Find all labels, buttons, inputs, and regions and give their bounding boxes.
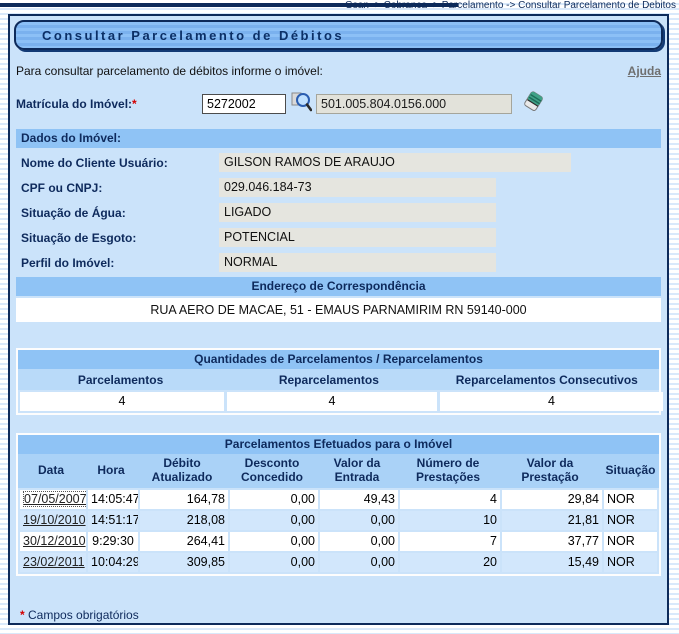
date-link[interactable]: 23/02/2011: [23, 555, 85, 569]
consultar-parcelamento-panel: Consultar Parcelamento de Débitos Para c…: [8, 14, 669, 625]
cell-situacao: NOR: [604, 490, 657, 509]
cell-valor-prestacao: 29,84: [502, 490, 602, 509]
magnifier-icon: [291, 91, 312, 116]
clear-button[interactable]: [522, 90, 544, 117]
dado-row-esgoto: Situação de Esgoto: POTENCIAL: [16, 227, 661, 248]
page-title-label: Consultar Parcelamento de Débitos: [42, 28, 344, 43]
quantidades-header: Quantidades de Parcelamentos / Reparcela…: [18, 350, 659, 369]
matricula-label: Matrícula do Imóvel:*: [16, 97, 202, 111]
dados-imovel-section: Dados do Imóvel: Nome do Cliente Usuário…: [16, 129, 661, 322]
situacao-esgoto-value: POTENCIAL: [219, 228, 496, 247]
col-reparcelamentos: Reparcelamentos: [223, 369, 435, 390]
cell-debito: 309,85: [140, 553, 228, 572]
cell-debito: 218,08: [140, 511, 228, 530]
parcelamentos-count: 4: [20, 392, 224, 411]
cell-data: 30/12/2010: [20, 532, 86, 551]
nome-cliente-label: Nome do Cliente Usuário:: [21, 156, 219, 170]
col-debito-atualizado: Débito Atualizado: [138, 454, 226, 488]
parcelamentos-header: Parcelamentos Efetuados para o Imóvel: [18, 435, 659, 454]
date-link[interactable]: 19/10/2010: [23, 513, 86, 527]
cell-num-prestacoes: 10: [400, 511, 500, 530]
col-reparcelamentos-consecutivos: Reparcelamentos Consecutivos: [435, 369, 659, 390]
col-data: Data: [18, 454, 84, 488]
cell-hora: 14:05:47: [88, 490, 138, 509]
parcelamentos-rows: 07/05/2007 14:05:47 164,78 0,00 49,43 4 …: [18, 488, 659, 574]
required-asterisk: *: [132, 97, 137, 111]
situacao-esgoto-label: Situação de Esgoto:: [21, 231, 219, 245]
cell-entrada: 0,00: [320, 553, 398, 572]
date-link[interactable]: 07/05/2007: [23, 491, 86, 507]
parcelamentos-table: Parcelamentos Efetuados para o Imóvel Da…: [16, 433, 661, 576]
parcelamentos-column-headers: Data Hora Débito Atualizado Desconto Con…: [18, 454, 659, 488]
cell-desconto: 0,00: [230, 490, 318, 509]
cell-debito: 164,78: [140, 490, 228, 509]
cell-desconto: 0,00: [230, 532, 318, 551]
reparcelamentos-count: 4: [227, 392, 437, 411]
date-link[interactable]: 30/12/2010: [23, 534, 86, 548]
required-fields-note: * Campos obrigatórios: [20, 608, 661, 622]
inscricao-field: 501.005.804.0156.000: [316, 94, 512, 114]
cell-data: 23/02/2011: [20, 553, 86, 572]
perfil-imovel-label: Perfil do Imóvel:: [21, 256, 219, 270]
table-row: 19/10/2010 14:51:17 218,08 0,00 0,00 10 …: [20, 511, 657, 530]
col-parcelamentos: Parcelamentos: [18, 369, 223, 390]
page-title: Consultar Parcelamento de Débitos: [14, 20, 663, 50]
cell-situacao: NOR: [604, 532, 657, 551]
nome-cliente-value: GILSON RAMOS DE ARAUJO: [219, 153, 571, 172]
dado-row-perfil: Perfil do Imóvel: NORMAL: [16, 252, 661, 273]
quantidades-values: 4 4 4: [18, 390, 659, 413]
cell-num-prestacoes: 7: [400, 532, 500, 551]
cpf-cnpj-value: 029.046.184-73: [219, 178, 496, 197]
quantidades-column-headers: Parcelamentos Reparcelamentos Reparcelam…: [18, 369, 659, 390]
cell-hora: 10:04:29: [88, 553, 138, 572]
search-button[interactable]: [291, 91, 312, 116]
cell-data: 19/10/2010: [20, 511, 86, 530]
required-asterisk: *: [20, 608, 25, 622]
dado-row-agua: Situação de Água: LIGADO: [16, 202, 661, 223]
eraser-icon: [522, 90, 544, 117]
cpf-cnpj-label: CPF ou CNPJ:: [21, 181, 219, 195]
cell-hora: 9:29:30: [88, 532, 138, 551]
cell-valor-prestacao: 21,81: [502, 511, 602, 530]
cell-entrada: 49,43: [320, 490, 398, 509]
cell-valor-prestacao: 15,49: [502, 553, 602, 572]
table-row: 30/12/2010 9:29:30 264,41 0,00 0,00 7 37…: [20, 532, 657, 551]
cell-valor-prestacao: 37,77: [502, 532, 602, 551]
perfil-imovel-value: NORMAL: [219, 253, 496, 272]
table-row: 07/05/2007 14:05:47 164,78 0,00 49,43 4 …: [20, 490, 657, 509]
intro-text: Para consultar parcelamento de débitos i…: [16, 64, 323, 78]
matricula-input[interactable]: [202, 94, 286, 114]
cell-desconto: 0,00: [230, 553, 318, 572]
col-valor-prestacao: Valor da Prestação: [500, 454, 600, 488]
quantidades-table: Quantidades de Parcelamentos / Reparcela…: [16, 348, 661, 415]
reparcelamentos-consecutivos-count: 4: [440, 392, 663, 411]
required-note-label: Campos obrigatórios: [28, 608, 139, 622]
cell-num-prestacoes: 4: [400, 490, 500, 509]
col-desconto-concedido: Desconto Concedido: [228, 454, 316, 488]
cell-situacao: NOR: [604, 511, 657, 530]
cell-debito: 264,41: [140, 532, 228, 551]
endereco-value: RUA AERO DE MACAE, 51 - EMAUS PARNAMIRIM…: [16, 298, 661, 322]
dado-row-cpf: CPF ou CNPJ: 029.046.184-73: [16, 177, 661, 198]
endereco-header: Endereço de Correspondência: [16, 277, 661, 296]
col-valor-entrada: Valor da Entrada: [318, 454, 396, 488]
situacao-agua-label: Situação de Água:: [21, 206, 219, 220]
situacao-agua-value: LIGADO: [219, 203, 496, 222]
cell-data: 07/05/2007: [20, 490, 86, 509]
dados-imovel-header: Dados do Imóvel:: [16, 129, 661, 148]
col-situacao: Situação: [602, 454, 659, 488]
cell-hora: 14:51:17: [88, 511, 138, 530]
table-row: 23/02/2011 10:04:29 309,85 0,00 0,00 20 …: [20, 553, 657, 572]
cell-desconto: 0,00: [230, 511, 318, 530]
col-hora: Hora: [86, 454, 136, 488]
dado-row-nome: Nome do Cliente Usuário: GILSON RAMOS DE…: [16, 152, 661, 173]
breadcrumb: Gsan -> Cobranca -> Parcelamento -> Cons…: [345, 0, 676, 12]
cell-num-prestacoes: 20: [400, 553, 500, 572]
matricula-row: Matrícula do Imóvel:* 501.005.804.0156.0…: [14, 90, 663, 117]
cell-entrada: 0,00: [320, 511, 398, 530]
cell-entrada: 0,00: [320, 532, 398, 551]
ajuda-link[interactable]: Ajuda: [628, 64, 661, 78]
col-numero-prestacoes: Número de Prestações: [398, 454, 498, 488]
cell-situacao: NOR: [604, 553, 657, 572]
